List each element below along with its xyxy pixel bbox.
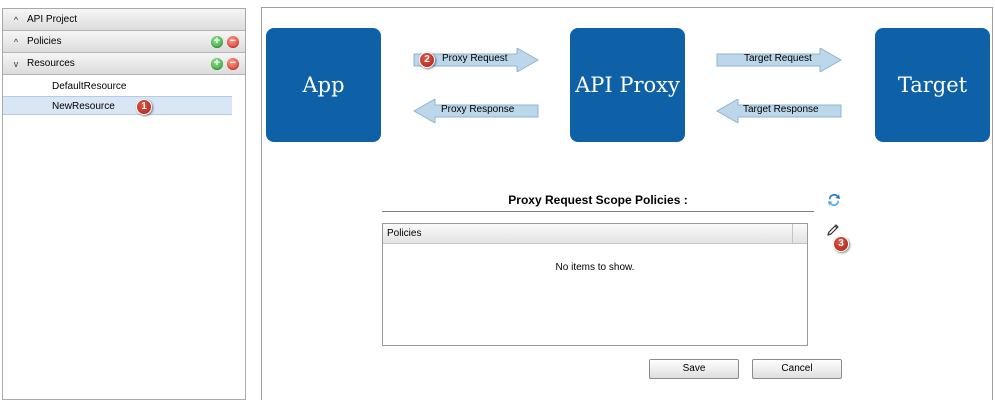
chevron-down-icon[interactable]: v bbox=[9, 59, 23, 69]
tree-section-api-project[interactable]: ^ API Project bbox=[3, 9, 245, 31]
flow-box-api-proxy: API Proxy bbox=[570, 28, 685, 142]
tree-item-label: NewResource bbox=[52, 101, 115, 112]
arrow-label: Proxy Request bbox=[442, 53, 508, 64]
arrow-label: Target Request bbox=[744, 53, 812, 64]
step-marker-2: 2 bbox=[419, 52, 435, 68]
step-marker-3: 3 bbox=[833, 236, 849, 252]
tree-section-label: Resources bbox=[27, 58, 75, 69]
tree-section-policies[interactable]: ^ Policies + − bbox=[3, 31, 245, 53]
cancel-button[interactable]: Cancel bbox=[752, 359, 842, 379]
grid-header: Policies bbox=[383, 224, 807, 244]
proxy-response-arrow[interactable]: Proxy Response bbox=[413, 99, 539, 123]
save-button[interactable]: Save bbox=[649, 359, 739, 379]
chevron-up-icon[interactable]: ^ bbox=[9, 15, 23, 25]
tree-section-resources[interactable]: v Resources + − bbox=[3, 53, 245, 75]
tree-item-default-resource[interactable]: DefaultResource bbox=[3, 77, 245, 96]
project-tree-panel: ^ API Project ^ Policies + − v Resources… bbox=[2, 8, 246, 400]
arrow-label: Proxy Response bbox=[441, 104, 515, 115]
flow-box-target: Target bbox=[875, 28, 990, 142]
tree-item-new-resource[interactable]: NewResource 1 bbox=[3, 96, 232, 115]
flow-box-app: App bbox=[266, 28, 381, 142]
remove-policy-button[interactable]: − bbox=[227, 36, 239, 48]
proxy-request-arrow[interactable]: Proxy Request 2 bbox=[413, 48, 539, 72]
empty-grid-message: No items to show. bbox=[555, 262, 635, 273]
tree-section-label: API Project bbox=[27, 14, 78, 25]
remove-resource-button[interactable]: − bbox=[227, 58, 239, 70]
tree-item-label: DefaultResource bbox=[52, 81, 127, 92]
target-response-arrow[interactable]: Target Response bbox=[716, 99, 842, 123]
scope-policies-title: Proxy Request Scope Policies : bbox=[382, 193, 814, 212]
target-request-arrow[interactable]: Target Request bbox=[716, 48, 842, 72]
arrow-label: Target Response bbox=[743, 104, 819, 115]
add-policy-button[interactable]: + bbox=[211, 36, 223, 48]
refresh-icon[interactable] bbox=[826, 192, 842, 208]
add-resource-button[interactable]: + bbox=[211, 58, 223, 70]
chevron-up-icon[interactable]: ^ bbox=[9, 37, 23, 47]
column-header-policies[interactable]: Policies bbox=[383, 224, 793, 243]
flow-editor-panel: App API Proxy Target Proxy Request 2 Tar… bbox=[261, 7, 993, 400]
step-marker-1: 1 bbox=[136, 99, 152, 115]
tree-section-label: Policies bbox=[27, 36, 62, 47]
policies-grid: Policies No items to show. bbox=[382, 223, 808, 346]
